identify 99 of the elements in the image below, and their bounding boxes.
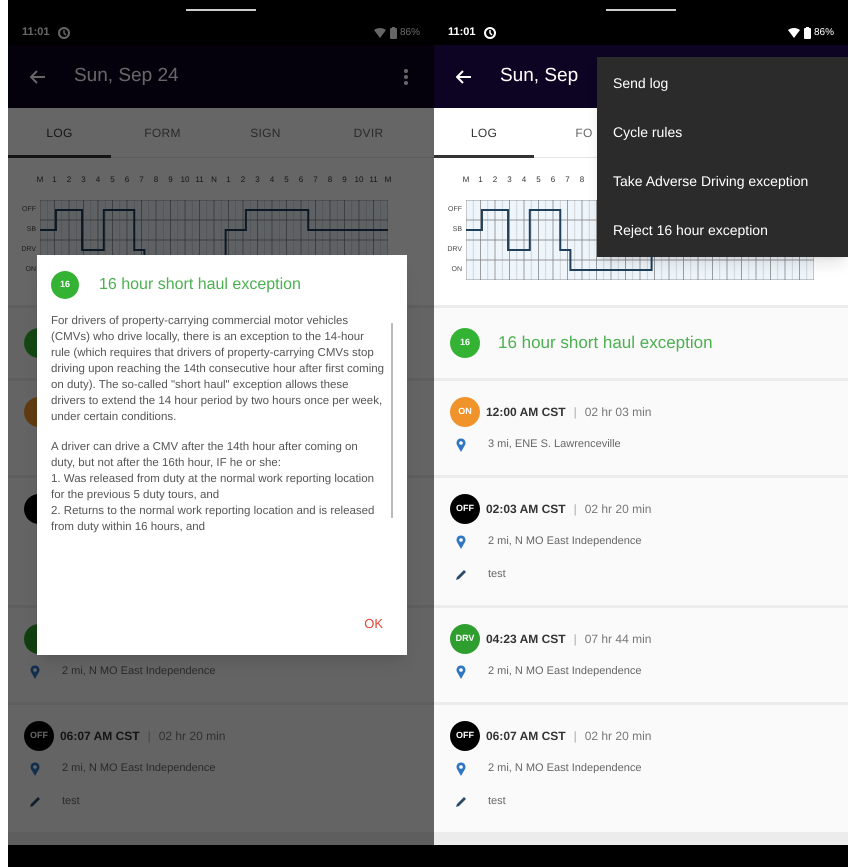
event-duration: 02 hr 20 min (584, 728, 652, 745)
hour-label: M (384, 174, 392, 186)
separator: | (574, 728, 577, 745)
location-text: 2 mi, N MO East Independence (488, 761, 642, 776)
status-badge: OFF (450, 494, 480, 524)
hour-label: 4 (268, 174, 276, 186)
app-bar-title: Sun, Sep 24 (74, 64, 179, 88)
hour-label: 1 (477, 174, 484, 186)
hour-label: 3 (80, 174, 87, 186)
hour-label: 2 (240, 174, 246, 186)
status-badge: 16 (51, 271, 79, 299)
event-duration: 02 hr 03 min (584, 404, 652, 421)
handle-bar (606, 9, 676, 11)
wifi-icon (374, 28, 386, 38)
location-pin-icon (456, 534, 466, 548)
hour-label: 1 (225, 174, 232, 186)
battery-icon (804, 26, 811, 38)
status-badge: OFF (450, 721, 480, 751)
location-pin-icon (30, 664, 40, 678)
separator: | (574, 404, 577, 421)
status-time: 11:01 (22, 25, 50, 40)
battery-icon (390, 26, 397, 38)
location-text: 2 mi, N MO East Independence (62, 761, 216, 776)
hour-label: 2 (492, 174, 498, 186)
app-bar-title: Sun, Sep (500, 64, 578, 88)
hour-label: N (210, 174, 218, 186)
pencil-icon (455, 796, 467, 808)
event-time: 06:07 AM CST (60, 728, 140, 745)
event-time: 06:07 AM CST (486, 728, 566, 745)
separator: | (148, 728, 151, 745)
location-text: 2 mi, N MO East Independence (62, 664, 216, 680)
hour-label: 11 (368, 174, 379, 186)
dialog-paragraph: For drivers of property-carrying commercial motor vehicles (CMVs) who drive locally, there is an exception to the 14-hour rule (which requires that drivers of property-carrying CMVs stop driving upon reaching the 14th consecutive hour after first coming on duty). The so-called "short haul" exception allows these drivers to extend the 14 hour period by two hours once per week, under certain conditions. (51, 314, 385, 425)
battery-percentage: 86% (400, 26, 420, 40)
pencil-icon (29, 796, 41, 808)
hour-label: 6 (298, 174, 304, 186)
app-status-icon (484, 26, 496, 38)
hour-label: 8 (578, 174, 586, 186)
menu-item[interactable]: Send log (597, 59, 848, 108)
dialog-title: 16 hour short haul exception (99, 275, 301, 295)
separator: | (574, 631, 577, 648)
hour-label: 10 (180, 174, 190, 186)
event-duration: 07 hr 44 min (584, 631, 652, 648)
hour-label: 2 (66, 174, 72, 186)
hour-label: M (36, 174, 44, 186)
menu-item[interactable]: Reject 16 hour exception (597, 206, 848, 255)
dialog-paragraph: A driver can drive a CMV after the 14th hour after coming on duty, but not after the 16th hour, IF he or she: 1. Was released from duty at the normal work reporting location for the previous 5 duty tours, and 2. Returns to the normal work reporting location and is released from duty within 16 hours, and (51, 440, 376, 535)
separator: | (574, 501, 577, 518)
hour-label: 4 (520, 174, 528, 186)
hour-label: 4 (94, 174, 102, 186)
ok-button[interactable]: OK (354, 610, 393, 637)
hour-label: 6 (550, 174, 556, 186)
hour-label: 10 (354, 174, 364, 186)
location-pin-icon (456, 438, 466, 452)
status-badge: DRV (450, 624, 480, 654)
hour-label: M (462, 174, 470, 186)
back-arrow-icon (456, 70, 472, 84)
more-options-icon (404, 68, 408, 84)
note-text: test (488, 794, 506, 810)
hour-label: 8 (326, 174, 334, 186)
hour-label: 9 (167, 174, 174, 186)
status-badge: ON (450, 397, 480, 427)
note-text: test (488, 567, 506, 582)
menu-item[interactable]: Cycle rules (597, 108, 848, 157)
pencil-icon (455, 568, 467, 580)
back-arrow-icon (30, 70, 46, 84)
location-text: 2 mi, N MO East Independence (488, 664, 642, 680)
status-badge: 16 (450, 328, 480, 358)
event-time: 04:23 AM CST (486, 631, 566, 648)
location-pin-icon (30, 762, 40, 776)
hour-label: 9 (341, 174, 348, 186)
hour-label: 5 (109, 174, 116, 186)
hour-label: 5 (283, 174, 290, 186)
hour-label: 5 (535, 174, 542, 186)
wifi-icon (788, 28, 800, 38)
status-time: 11:01 (448, 25, 476, 40)
status-badge: OFF (24, 721, 54, 751)
app-status-icon (58, 26, 70, 38)
location-text: 3 mi, ENE S. Lawrenceville (488, 437, 621, 452)
hour-label: 8 (152, 174, 160, 186)
hour-label: 3 (254, 174, 261, 186)
note-text: test (62, 794, 80, 810)
hour-label: 1 (51, 174, 58, 186)
event-duration: 02 hr 20 min (584, 501, 652, 518)
hour-label: 6 (124, 174, 130, 186)
location-pin-icon (456, 762, 466, 776)
hour-label: 7 (564, 174, 571, 186)
location-pin-icon (456, 664, 466, 678)
menu-item[interactable]: Take Adverse Driving exception (597, 157, 848, 206)
hour-label: 7 (138, 174, 145, 186)
battery-percentage: 86% (814, 26, 834, 40)
event-time: 02:03 AM CST (486, 501, 566, 518)
event-time: 12:00 AM CST (486, 404, 566, 421)
handle-bar (186, 9, 256, 11)
location-text: 2 mi, N MO East Independence (488, 534, 642, 550)
hour-label: 3 (506, 174, 513, 186)
hour-label: 11 (194, 174, 205, 186)
exception-title: 16 hour short haul exception (498, 332, 713, 354)
hour-label: 7 (312, 174, 319, 186)
